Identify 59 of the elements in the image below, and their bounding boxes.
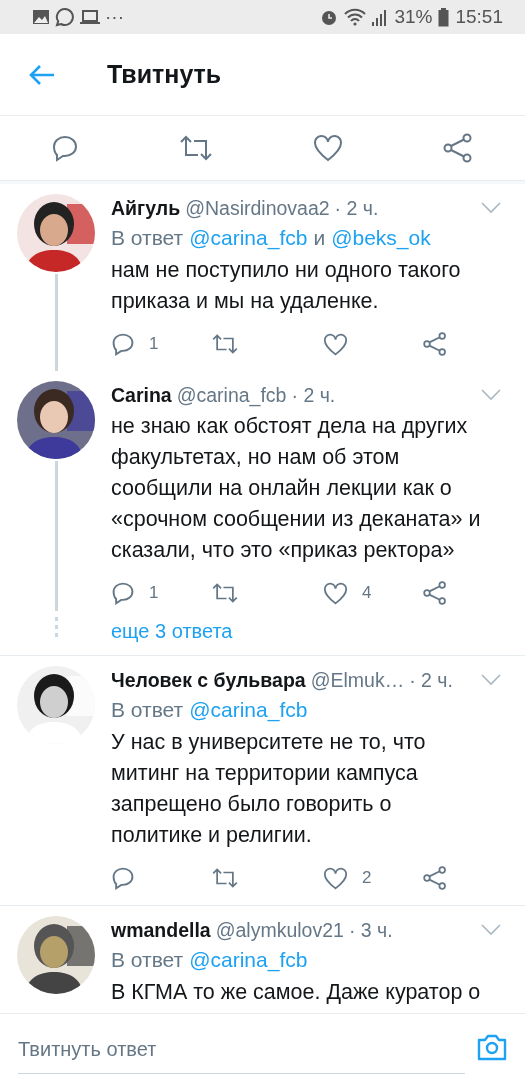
author-name[interactable]: wmandella [111,916,211,944]
more-replies-link[interactable]: еще 3 ответа [111,620,233,643]
mention-link[interactable]: @carina_fcb [189,694,308,725]
heart-icon[interactable] [323,581,348,605]
retweet-icon[interactable] [211,333,239,355]
reply-input-field[interactable]: Твитнуть ответ [18,1030,465,1074]
signal-icon [372,8,389,26]
camera-icon[interactable] [477,1033,507,1061]
battery-icon [438,7,450,27]
heart-icon[interactable] [323,866,348,890]
tweet-text: В КГМА то же самое. Даже куратор о [111,979,482,1006]
overflow-indicator: ··· [105,6,124,28]
retweet-icon[interactable] [211,582,239,604]
mention-link[interactable]: @carina_fcb [189,222,308,253]
tweet-text: не знаю как обстоят дела на других факультетах, но нам об этом сообщили на онлайн лекции как о «срочном сообщении из деканата» и сказали, что это «приказ ректора» [111,413,482,564]
author-handle: @alymkulov21 [215,918,344,943]
reply-context: В ответ [111,697,184,723]
page-title: Твитнуть [107,60,222,89]
author-handle: @carina_fcb [176,383,287,409]
alarm-icon [320,8,339,26]
like-count: 4 [362,583,372,603]
reply-icon[interactable] [111,332,135,356]
heart-icon[interactable] [323,332,348,356]
clock: 15:51 [455,6,503,28]
mention-link[interactable]: @carina_fcb [189,944,308,975]
reply-icon[interactable] [51,134,79,162]
retweet-icon[interactable] [179,134,213,162]
tweet-text: У нас в университете не то, что митинг на территории кампуса запрещено было говорить о политике и религии. [111,729,427,849]
tweet-text: нам не поступило ни одного такого приказа и мы на удаленке. [111,257,462,315]
tweet-time: · 2 ч. [334,196,379,221]
author-handle: @Nasirdinovaa2 [185,196,330,221]
share-icon[interactable] [423,581,447,605]
mention-link[interactable]: @beks_ok [331,222,431,253]
heart-icon[interactable] [313,134,343,162]
reply-context: В ответ [111,947,184,973]
like-count: 2 [362,868,372,888]
share-icon[interactable] [423,332,447,356]
reply-icon[interactable] [111,866,135,890]
tweet-time: · 3 ч. [348,918,393,943]
image-icon [32,9,50,25]
reply-context: В ответ [111,225,184,251]
author-name[interactable]: Человек с бульвара [111,666,306,694]
author-name[interactable]: Carina [111,381,172,409]
retweet-icon[interactable] [211,867,239,889]
back-arrow-icon[interactable] [29,63,55,86]
tweet-time: · 2 ч. [291,383,336,408]
battery-percent: 31% [394,6,433,28]
reply-icon[interactable] [111,581,135,605]
wifi-icon [344,8,367,26]
share-icon[interactable] [443,133,473,163]
reply-count: 1 [149,334,159,354]
laptop-icon [80,9,100,25]
reply-count: 1 [149,583,159,603]
tweet-time: · 2 ч. [409,668,453,693]
reply-context: и [313,225,326,251]
author-handle: @Elmuk… [310,668,405,693]
author-name[interactable]: Айгуль [111,194,181,222]
share-icon[interactable] [423,866,447,890]
chat-bubble-icon [55,7,75,27]
